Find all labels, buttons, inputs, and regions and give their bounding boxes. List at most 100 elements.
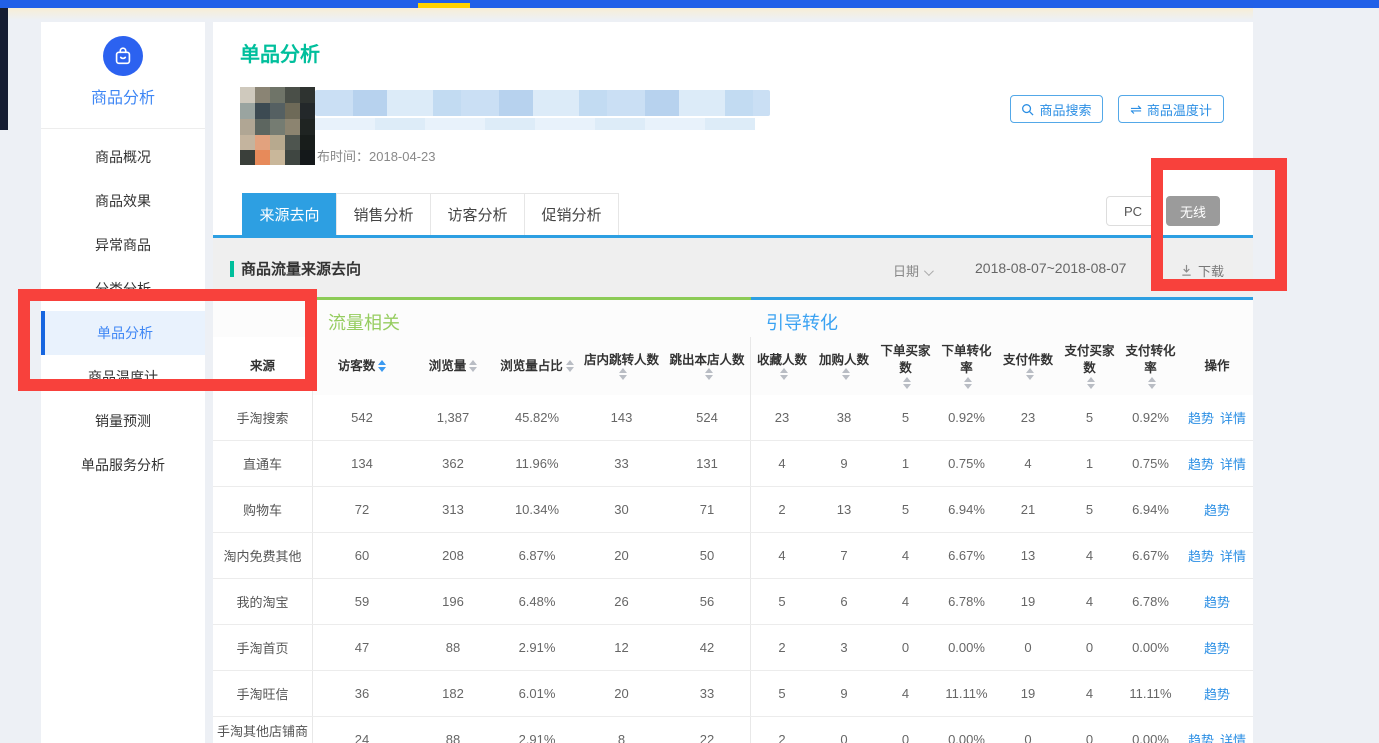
value-cell: 0.00%: [936, 625, 997, 670]
value-cell: 0: [997, 717, 1059, 743]
sidebar-item-6[interactable]: 销量预测: [41, 399, 205, 443]
value-cell: 5: [1059, 487, 1120, 532]
source-cell: 手淘其他店铺商品: [213, 717, 313, 743]
sort-arrows-icon[interactable]: [1087, 377, 1095, 389]
action-cell: 趋势详情: [1181, 533, 1253, 578]
column-header-9[interactable]: 支付件数: [997, 337, 1059, 395]
value-cell: 4: [875, 579, 936, 624]
table-row: 我的淘宝591966.48%26565646.78%1946.78%趋势: [213, 579, 1253, 625]
trend-link[interactable]: 趋势: [1204, 684, 1230, 703]
sort-arrows-icon[interactable]: [903, 377, 911, 389]
value-cell: 8: [579, 717, 664, 743]
detail-link[interactable]: 详情: [1220, 730, 1246, 743]
value-cell: 42: [664, 625, 751, 670]
value-cell: 4: [751, 441, 813, 486]
value-cell: 0.00%: [1120, 625, 1181, 670]
sidebar-item-7[interactable]: 单品服务分析: [41, 443, 205, 487]
column-header-3[interactable]: 店内跳转人数: [579, 337, 664, 395]
value-cell: 22: [664, 717, 751, 743]
product-search-button[interactable]: 商品搜索: [1010, 95, 1103, 123]
sort-arrows-icon[interactable]: [619, 368, 627, 380]
column-header-8[interactable]: 下单转化率: [936, 337, 997, 395]
column-header-label: 浏览量占比: [500, 358, 563, 375]
value-cell: 0: [1059, 625, 1120, 670]
chevron-down-icon: [924, 266, 934, 276]
source-cell: 手淘首页: [213, 625, 313, 670]
sort-arrows-icon[interactable]: [842, 368, 850, 380]
value-cell: 4: [751, 533, 813, 578]
value-cell: 36: [313, 671, 411, 716]
value-cell: 11.11%: [936, 671, 997, 716]
value-cell: 2: [751, 625, 813, 670]
tab-2[interactable]: 访客分析: [430, 193, 525, 237]
value-cell: 6.48%: [495, 579, 579, 624]
trend-link[interactable]: 趋势: [1204, 500, 1230, 519]
trend-link[interactable]: 趋势: [1188, 408, 1214, 427]
column-header-6[interactable]: 加购人数: [813, 337, 875, 395]
red-annotation-box-left: [18, 289, 317, 391]
value-cell: 47: [313, 625, 411, 670]
tab-1[interactable]: 销售分析: [336, 193, 431, 237]
sort-arrows-icon[interactable]: [469, 360, 477, 372]
value-cell: 208: [411, 533, 495, 578]
sidebar-item-1[interactable]: 商品效果: [41, 179, 205, 223]
sort-arrows-icon[interactable]: [1026, 368, 1034, 380]
column-header-label: 跳出本店人数: [669, 352, 744, 369]
trend-link[interactable]: 趋势: [1188, 546, 1214, 565]
sidebar-item-2[interactable]: 异常商品: [41, 223, 205, 267]
column-header-5[interactable]: 收藏人数: [751, 337, 813, 395]
column-header-10[interactable]: 支付买家数: [1059, 337, 1120, 395]
sort-arrows-icon[interactable]: [705, 368, 713, 380]
value-cell: 71: [664, 487, 751, 532]
value-cell: 6.01%: [495, 671, 579, 716]
value-cell: 88: [411, 625, 495, 670]
column-header-label: 加购人数: [819, 352, 869, 369]
column-header-2[interactable]: 浏览量占比: [495, 337, 579, 395]
sort-arrows-icon[interactable]: [566, 360, 574, 372]
value-cell: 38: [813, 395, 875, 440]
value-cell: 4: [1059, 579, 1120, 624]
trend-link[interactable]: 趋势: [1188, 454, 1214, 473]
value-cell: 542: [313, 395, 411, 440]
value-cell: 6.78%: [1120, 579, 1181, 624]
detail-link[interactable]: 详情: [1220, 408, 1246, 427]
value-cell: 7: [813, 533, 875, 578]
column-header-7[interactable]: 下单买家数: [875, 337, 936, 395]
value-cell: 0.75%: [1120, 441, 1181, 486]
value-cell: 2: [751, 717, 813, 743]
sort-arrows-icon[interactable]: [378, 360, 386, 372]
detail-link[interactable]: 详情: [1220, 454, 1246, 473]
column-header-1[interactable]: 浏览量: [411, 337, 495, 395]
shopping-bag-icon: [103, 36, 143, 76]
value-cell: 5: [875, 487, 936, 532]
tab-0[interactable]: 来源去向: [242, 193, 337, 237]
detail-link[interactable]: 详情: [1220, 546, 1246, 565]
sort-arrows-icon[interactable]: [780, 368, 788, 380]
trend-link[interactable]: 趋势: [1188, 730, 1214, 743]
sidebar-item-0[interactable]: 商品概况: [41, 135, 205, 179]
value-cell: 524: [664, 395, 751, 440]
column-header-label: 访客数: [338, 358, 376, 375]
table-row: 手淘首页47882.91%12422300.00%000.00%趋势: [213, 625, 1253, 671]
column-header-11[interactable]: 支付转化率: [1120, 337, 1181, 395]
tab-3[interactable]: 促销分析: [524, 193, 619, 237]
value-cell: 30: [579, 487, 664, 532]
trend-link[interactable]: 趋势: [1204, 638, 1230, 657]
action-cell: 趋势: [1181, 625, 1253, 670]
date-type-dropdown[interactable]: 日期: [893, 261, 931, 280]
column-header-0[interactable]: 访客数: [313, 337, 411, 395]
product-thermometer-button[interactable]: ⇌ 商品温度计: [1118, 95, 1224, 123]
value-cell: 4: [997, 441, 1059, 486]
sort-arrows-icon[interactable]: [1148, 377, 1156, 389]
analysis-tabs: 来源去向销售分析访客分析促销分析: [243, 193, 619, 237]
value-cell: 72: [313, 487, 411, 532]
column-header-4[interactable]: 跳出本店人数: [664, 337, 751, 395]
trend-link[interactable]: 趋势: [1204, 592, 1230, 611]
action-cell: 趋势: [1181, 579, 1253, 624]
date-range-picker[interactable]: 2018-08-07~2018-08-07: [975, 260, 1126, 276]
left-edge-panel: [0, 8, 8, 130]
value-cell: 20: [579, 533, 664, 578]
red-annotation-box-right: [1151, 158, 1287, 291]
sort-arrows-icon[interactable]: [964, 377, 972, 389]
value-cell: 6.78%: [936, 579, 997, 624]
